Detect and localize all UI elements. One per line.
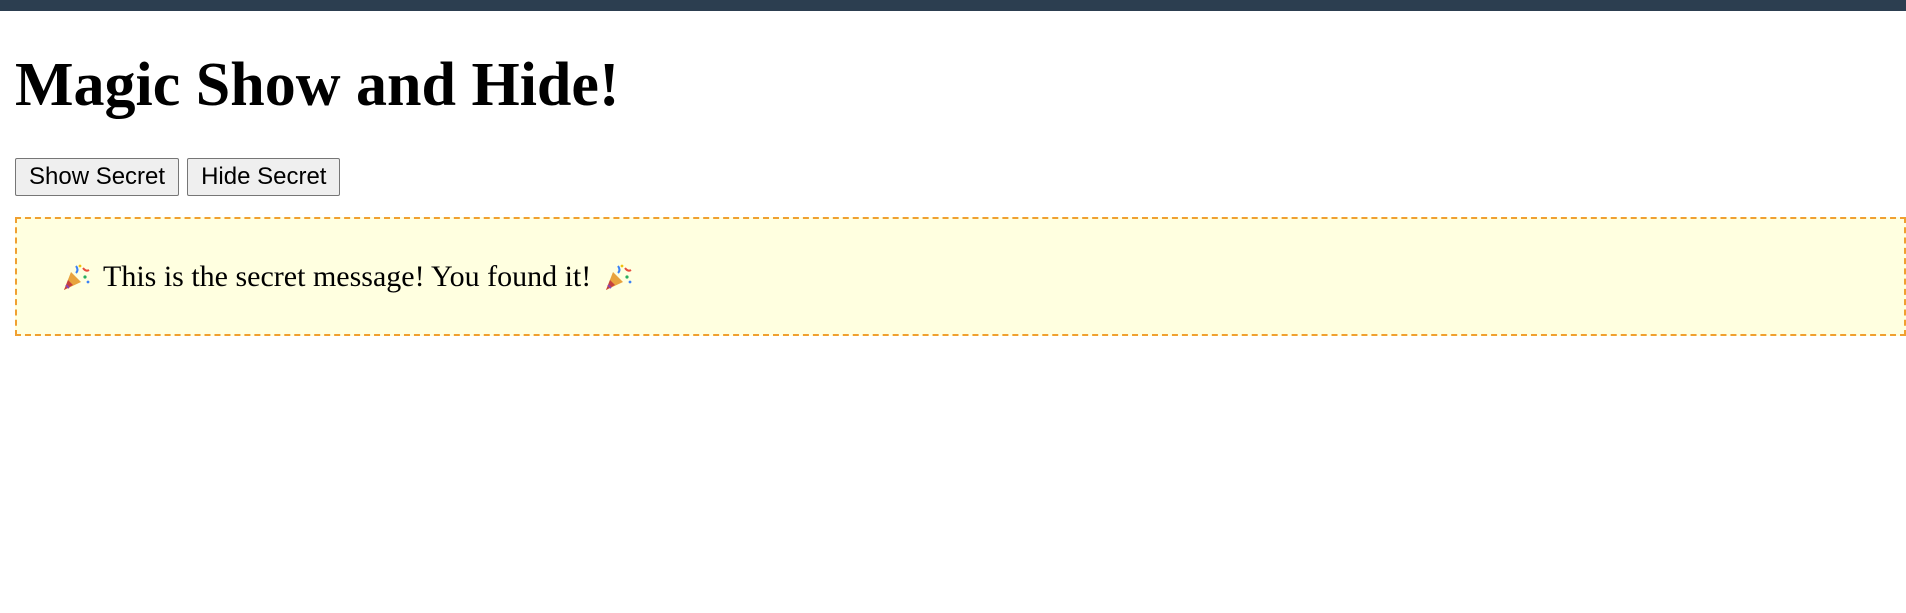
page-title: Magic Show and Hide! — [15, 51, 620, 119]
secret-message: This is the secret message! You found it… — [61, 260, 633, 294]
party-popper-icon — [603, 262, 633, 292]
top-bar — [0, 0, 1906, 11]
party-popper-icon — [61, 262, 91, 292]
hide-secret-button[interactable]: Hide Secret — [187, 158, 341, 196]
secret-message-text: This is the secret message! You found it… — [103, 259, 592, 293]
button-row: Show Secret Hide Secret — [15, 158, 1906, 196]
page-content: Magic Show and Hide! Show Secret Hide Se… — [15, 11, 1906, 336]
secret-message-box: This is the secret message! You found it… — [15, 217, 1906, 336]
show-secret-button[interactable]: Show Secret — [15, 158, 180, 196]
